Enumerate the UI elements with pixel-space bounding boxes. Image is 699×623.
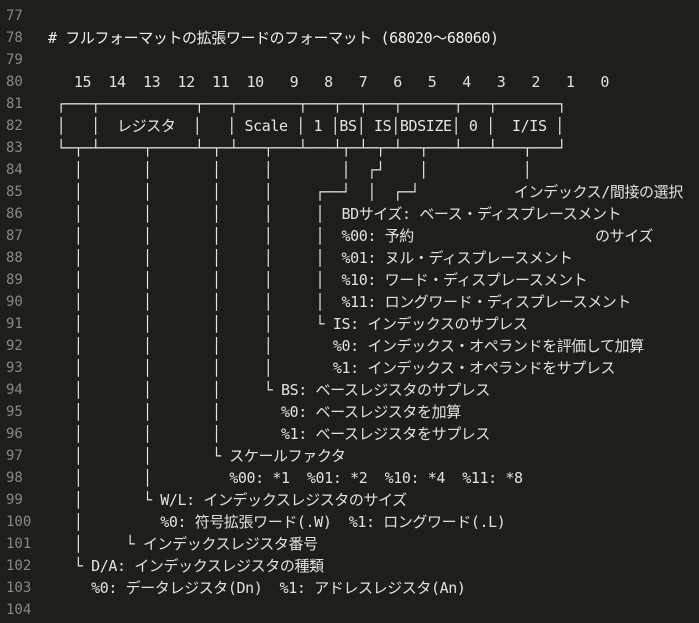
line-number: 77	[6, 8, 23, 24]
line-number: 78	[6, 30, 23, 46]
line-text[interactable]: %0: データレジスタ(Dn) %1: アドレスレジスタ(An)	[42, 577, 466, 599]
editor-line[interactable]: 101 │ └ インデックスレジスタ番号	[0, 533, 699, 555]
editor-line[interactable]: 94 │ │ │ └ BS: ベースレジスタのサプレス	[0, 379, 699, 401]
line-number: 79	[6, 52, 23, 68]
line-number: 81	[6, 96, 23, 112]
editor-line[interactable]: 96 │ │ │ %1: ベースレジスタをサプレス	[0, 423, 699, 445]
editor-line[interactable]: 88 │ │ │ │ │ %01: ヌル・ディスプレースメント	[0, 247, 699, 269]
line-number: 83	[6, 140, 23, 156]
line-text[interactable]: │ │ │ │ %1: インデックス・オペランドをサプレス	[42, 357, 616, 379]
line-number: 87	[6, 228, 23, 244]
line-number: 86	[6, 206, 23, 222]
line-text[interactable]: │ └ インデックスレジスタ番号	[42, 533, 318, 555]
editor-line[interactable]: 82 │ │ レジスタ │ │ Scale │ 1 │BS│ IS│BDSIZE…	[0, 115, 699, 137]
editor-line[interactable]: 87 │ │ │ │ │ %00: 予約 のサイズ	[0, 225, 699, 247]
line-text[interactable]: │ │ │ │ │ %00: 予約 のサイズ	[42, 225, 654, 247]
line-number: 96	[6, 426, 23, 442]
line-number: 93	[6, 360, 23, 376]
line-number: 85	[6, 184, 23, 200]
editor-line[interactable]: 95 │ │ │ %0: ベースレジスタを加算	[0, 401, 699, 423]
line-text[interactable]: │ └ W/L: インデックスレジスタのサイズ	[42, 489, 407, 511]
line-text[interactable]: │ %0: 符号拡張ワード(.W) %1: ロングワード(.L)	[42, 511, 506, 533]
line-text[interactable]: │ │ │ │ %0: インデックス・オペランドを評価して加算	[42, 335, 644, 357]
line-number: 94	[6, 382, 23, 398]
editor-line[interactable]: 85 │ │ │ │ ┌──┘ │ ┌─┘ インデックス/間接の選択	[0, 181, 699, 203]
line-text[interactable]: │ │ │ │ └ IS: インデックスのサプレス	[42, 313, 528, 335]
line-number: 80	[6, 74, 23, 90]
line-number: 92	[6, 338, 23, 354]
line-text[interactable]: 15 14 13 12 11 10 9 8 7 6 5 4 3 2 1 0	[42, 71, 610, 93]
line-text[interactable]: └ D/A: インデックスレジスタの種類	[42, 555, 324, 577]
line-text[interactable]: │ │ │ │ │ BDサイズ: ベース・ディスプレースメント	[42, 203, 622, 225]
code-editor[interactable]: 77 78 # フルフォーマットの拡張ワードのフォーマット (68020〜6806…	[0, 0, 699, 623]
line-text[interactable]: │ │ │ %1: ベースレジスタをサプレス	[42, 423, 491, 445]
line-number: 95	[6, 404, 23, 420]
editor-line[interactable]: 93 │ │ │ │ %1: インデックス・オペランドをサプレス	[0, 357, 699, 379]
line-number: 88	[6, 250, 23, 266]
line-text[interactable]: │ │ │ │ │ ┌┘ │ │	[42, 159, 532, 181]
editor-line[interactable]: 86 │ │ │ │ │ BDサイズ: ベース・ディスプレースメント	[0, 203, 699, 225]
line-number: 104	[6, 602, 32, 618]
editor-line[interactable]: 99 │ └ W/L: インデックスレジスタのサイズ	[0, 489, 699, 511]
editor-line[interactable]: 78 # フルフォーマットの拡張ワードのフォーマット (68020〜68060)	[0, 27, 699, 49]
line-number: 100	[6, 514, 32, 530]
editor-line[interactable]: 100 │ %0: 符号拡張ワード(.W) %1: ロングワード(.L)	[0, 511, 699, 533]
line-number: 84	[6, 162, 23, 178]
line-text[interactable]: │ │ │ │ │ %01: ヌル・ディスプレースメント	[42, 247, 573, 269]
line-text[interactable]: ┌───┬───────────┬───┬───────┬───┬──┬───┬…	[42, 93, 567, 115]
editor-line[interactable]: 102 └ D/A: インデックスレジスタの種類	[0, 555, 699, 577]
line-number: 91	[6, 316, 23, 332]
editor-line[interactable]: 97 │ │ └ スケールファクタ	[0, 445, 699, 467]
editor-line[interactable]: 77	[0, 5, 699, 27]
line-text[interactable]: │ │ └ スケールファクタ	[42, 445, 346, 467]
editor-line[interactable]: 103 %0: データレジスタ(Dn) %1: アドレスレジスタ(An)	[0, 577, 699, 599]
editor-line[interactable]: 91 │ │ │ │ └ IS: インデックスのサプレス	[0, 313, 699, 335]
line-number: 82	[6, 118, 23, 134]
editor-line[interactable]: 90 │ │ │ │ │ %11: ロングワード・ディスプレースメント	[0, 291, 699, 313]
line-text[interactable]: │ │ │ │ ┌──┘ │ ┌─┘ インデックス/間接の選択	[42, 181, 683, 203]
line-number: 102	[6, 558, 32, 574]
line-text[interactable]: # フルフォーマットの拡張ワードのフォーマット (68020〜68060)	[42, 27, 499, 49]
editor-line[interactable]: 83 └─┬─┴─────┬─────┴─┬─┴───┬───┴───┴┬─┴─…	[0, 137, 699, 159]
line-text[interactable]: └─┬─┴─────┬─────┴─┬─┴───┬───┴───┴┬─┴─┬─┴…	[42, 137, 567, 159]
line-text[interactable]: │ │ │ └ BS: ベースレジスタのサプレス	[42, 379, 491, 401]
editor-line[interactable]: 84 │ │ │ │ │ ┌┘ │ │	[0, 159, 699, 181]
line-number: 98	[6, 470, 23, 486]
line-number: 97	[6, 448, 23, 464]
editor-line[interactable]: 81 ┌───┬───────────┬───┬───────┬───┬──┬─…	[0, 93, 699, 115]
line-number: 90	[6, 294, 23, 310]
editor-line[interactable]: 89 │ │ │ │ │ %10: ワード・ディスプレースメント	[0, 269, 699, 291]
line-text[interactable]: │ │ │ %0: ベースレジスタを加算	[42, 401, 461, 423]
line-number: 99	[6, 492, 23, 508]
editor-line[interactable]: 104	[0, 599, 699, 621]
line-text[interactable]: │ │ レジスタ │ │ Scale │ 1 │BS│ IS│BDSIZE│ 0…	[42, 115, 565, 137]
line-number: 103	[6, 580, 32, 596]
editor-line[interactable]: 79	[0, 49, 699, 71]
line-text[interactable]: │ │ │ │ │ %11: ロングワード・ディスプレースメント	[42, 291, 632, 313]
line-number: 89	[6, 272, 23, 288]
editor-line[interactable]: 92 │ │ │ │ %0: インデックス・オペランドを評価して加算	[0, 335, 699, 357]
editor-line[interactable]: 98 │ │ %00: *1 %01: *2 %10: *4 %11: *8	[0, 467, 699, 489]
editor-line[interactable]: 80 15 14 13 12 11 10 9 8 7 6 5 4 3 2 1 0	[0, 71, 699, 93]
line-number: 101	[6, 536, 32, 552]
line-text[interactable]: │ │ %00: *1 %01: *2 %10: *4 %11: *8	[42, 467, 523, 489]
line-text[interactable]: │ │ │ │ │ %10: ワード・ディスプレースメント	[42, 269, 588, 291]
